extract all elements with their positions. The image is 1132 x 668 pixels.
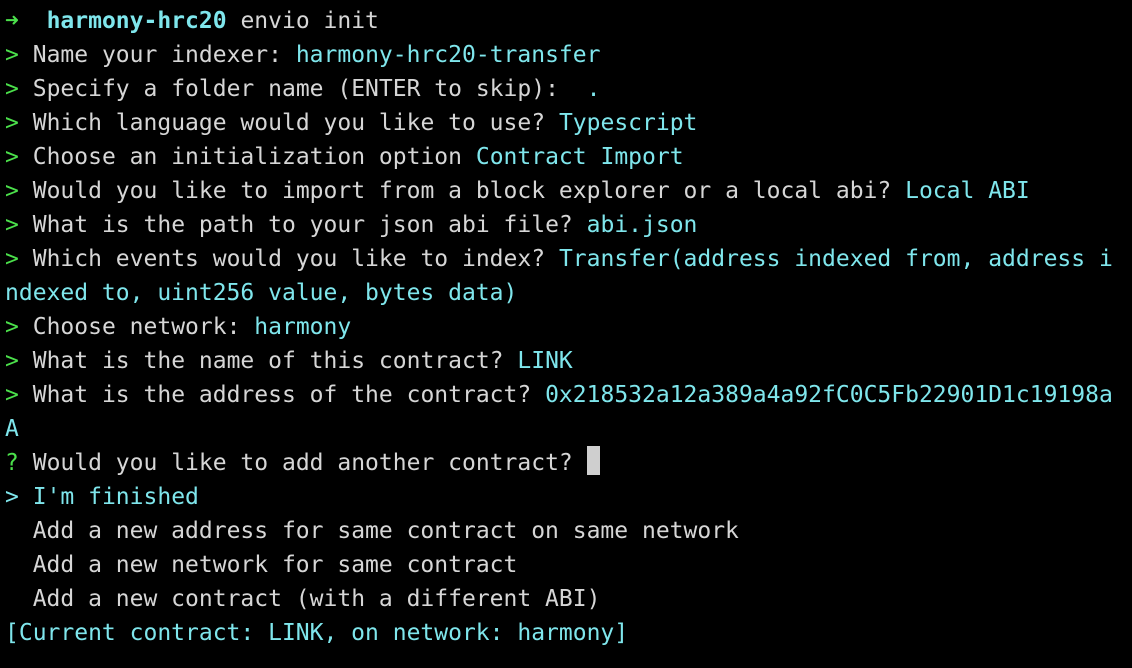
answer-text: . [586,76,601,102]
answered-marker: > [5,42,19,68]
question-marker-icon: ? [5,450,19,476]
answered-marker: > [5,348,19,374]
answer-text: Local ABI [905,178,1030,204]
answer-text: abi.json [586,212,698,238]
answered-question-line: > Name your indexer: harmony-hrc20-trans… [5,38,1132,72]
text-cursor [586,446,600,475]
answered-marker: > [5,178,19,204]
option-label: Add a new address for same contract on s… [32,518,739,544]
answered-question-line: > What is the address of the contract? 0… [5,378,1132,412]
answered-marker: > [5,314,19,340]
status-line: [Current contract: LINK, on network: har… [5,616,1132,650]
answered-question-line: > Which events would you like to index? … [5,242,1132,276]
question-text: Choose an initialization option [32,144,462,170]
question-text: Choose network: [32,314,241,340]
selection-pointer-icon: > [5,484,19,510]
answer-text: harmony-hrc20-transfer [295,42,601,68]
question-text: What is the name of this contract? [32,348,504,374]
answered-question-line: > What is the path to your json abi file… [5,208,1132,242]
option-label: Add a new contract (with a different ABI… [32,586,601,612]
prompt-directory: harmony-hrc20 [46,8,227,34]
answer-text: Transfer(address indexed from, address i [558,246,1113,272]
answered-marker: > [5,246,19,272]
question-text: Specify a folder name (ENTER to skip): [32,76,559,102]
question-text: What is the address of the contract? [32,382,532,408]
answer-text: 0x218532a12a389a4a92fC0C5Fb22901D1c19198… [545,382,1113,408]
answered-marker: > [5,212,19,238]
option-label: Add a new network for same contract [32,552,518,578]
answered-question-line: > Choose network: harmony [5,310,1132,344]
answer-text-continued: ndexed to, uint256 value, bytes data) [5,280,518,306]
answer-text: LINK [517,348,573,374]
prompt-arrow-icon: ➜ [5,8,19,34]
current-question-text: Would you like to add another contract? [32,450,573,476]
menu-option-selected[interactable]: > I'm finished [5,480,1132,514]
question-text: Would you like to import from a block ex… [32,178,892,204]
answer-text-continued: A [5,416,19,442]
option-label: I'm finished [32,484,199,510]
answered-question-line: > Which language would you like to use? … [5,106,1132,140]
answered-question-line: > Specify a folder name (ENTER to skip):… [5,72,1132,106]
answer-text: Typescript [558,110,698,136]
shell-prompt-line: ➜ harmony-hrc20 envio init [5,4,1132,38]
question-text: Which events would you like to index? [32,246,546,272]
answered-marker: > [5,110,19,136]
answered-marker: > [5,382,19,408]
terminal-window[interactable]: ➜ harmony-hrc20 envio init > Name your i… [0,0,1132,668]
prompt-command: envio init [240,8,379,34]
answered-marker: > [5,144,19,170]
answer-wrap-line: A [5,412,1132,446]
question-text: Name your indexer: [32,42,282,68]
menu-option[interactable]: Add a new contract (with a different ABI… [5,582,1132,616]
menu-option[interactable]: Add a new address for same contract on s… [5,514,1132,548]
question-text: Which language would you like to use? [32,110,546,136]
question-text: What is the path to your json abi file? [32,212,573,238]
menu-option[interactable]: Add a new network for same contract [5,548,1132,582]
answered-question-line: > Would you like to import from a block … [5,174,1132,208]
answered-marker: > [5,76,19,102]
answer-text: harmony [254,314,352,340]
answer-wrap-line: ndexed to, uint256 value, bytes data) [5,276,1132,310]
answer-text: Contract Import [475,144,684,170]
current-question-line: ? Would you like to add another contract… [5,446,1132,480]
answered-question-line: > Choose an initialization option Contra… [5,140,1132,174]
current-contract-status: [Current contract: LINK, on network: har… [5,620,629,646]
answered-question-line: > What is the name of this contract? LIN… [5,344,1132,378]
